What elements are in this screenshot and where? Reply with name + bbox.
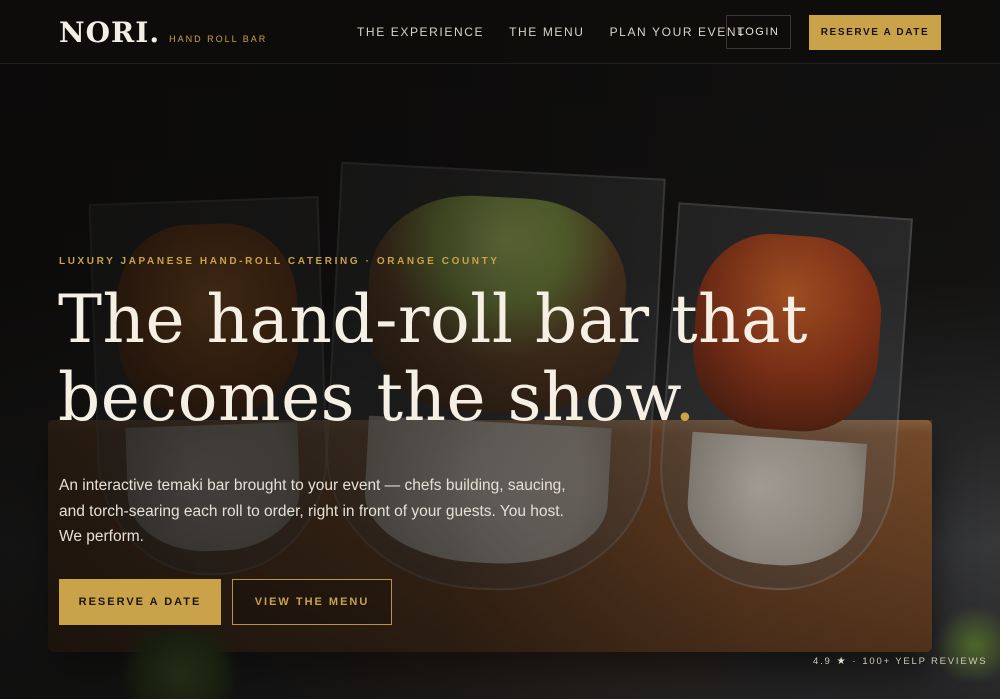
rating-score: 4.9 <box>813 656 832 667</box>
hero-headline: The hand-roll bar that becomes the show. <box>58 281 878 437</box>
site-header: NORI. HAND ROLL BAR THE EXPERIENCE THE M… <box>0 0 1000 64</box>
headline-line-2: becomes the show <box>58 359 675 436</box>
headline-accent-dot: . <box>674 359 696 436</box>
brand-name: NORI <box>59 16 150 49</box>
main-nav: THE EXPERIENCE THE MENU PLAN YOUR EVENT <box>357 25 746 39</box>
yelp-rating[interactable]: 4.9 ★ · 100+ YELP REVIEWS <box>813 656 987 667</box>
headline-line-1: The hand-roll bar that <box>58 281 808 358</box>
hero-description: An interactive temaki bar brought to you… <box>59 477 566 545</box>
rating-review-count: 100+ YELP REVIEWS <box>862 656 988 667</box>
nav-link-experience[interactable]: THE EXPERIENCE <box>357 25 484 39</box>
star-icon: ★ <box>836 656 848 667</box>
brand-tagline: HAND ROLL BAR <box>169 34 268 44</box>
brand-dot: . <box>149 16 160 49</box>
reserve-date-header-button[interactable]: RESERVE A DATE <box>809 15 941 50</box>
hero-eyebrow: LUXURY JAPANESE HAND-ROLL CATERING · ORA… <box>59 256 500 267</box>
view-menu-button[interactable]: VIEW THE MENU <box>232 579 392 625</box>
nav-link-menu[interactable]: THE MENU <box>509 25 584 39</box>
brand-logo[interactable]: NORI. HAND ROLL BAR <box>59 16 267 49</box>
reserve-date-button[interactable]: RESERVE A DATE <box>59 579 221 625</box>
login-button[interactable]: LOGIN <box>726 15 791 49</box>
rating-separator: · <box>852 656 858 667</box>
